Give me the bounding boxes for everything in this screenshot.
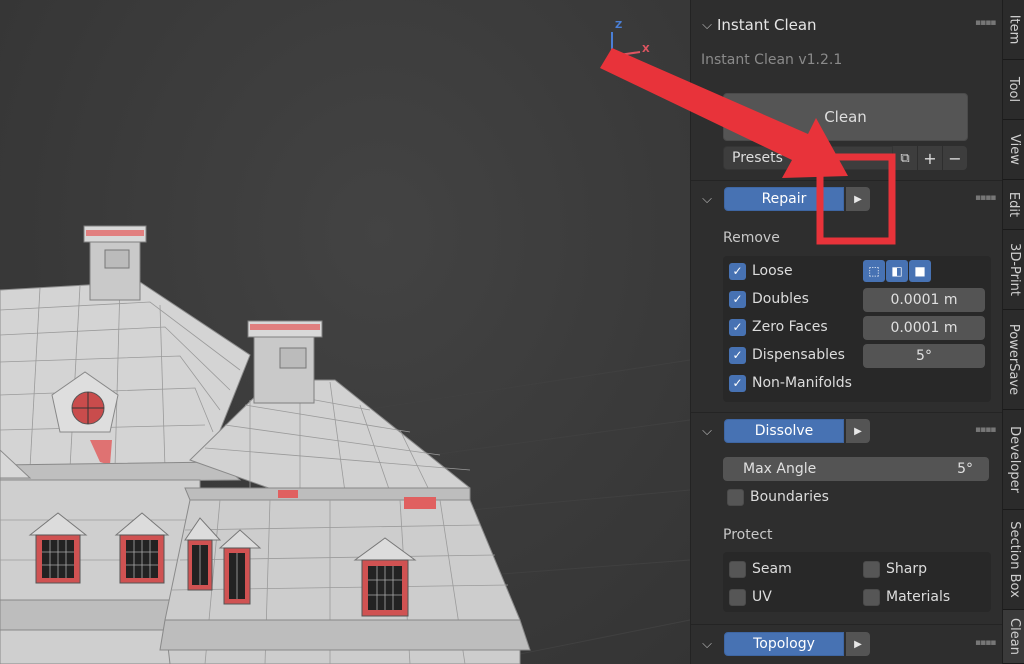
repair-button[interactable]: Repair <box>724 187 844 211</box>
doubles-label: Doubles <box>752 291 809 307</box>
chevron-down-icon[interactable]: ⌵ <box>697 637 717 652</box>
non-manifolds-option[interactable]: ✓ Non-Manifolds <box>729 370 852 396</box>
chevron-down-icon: ⌵ <box>702 17 712 33</box>
tab-label: Developer <box>1006 426 1022 493</box>
max-angle-slider[interactable]: Max Angle 5° <box>723 457 989 481</box>
boundaries-option[interactable]: Boundaries <box>727 484 829 510</box>
uv-checkbox[interactable] <box>729 588 746 606</box>
drag-grip-icon[interactable]: ▪▪▪▪ <box>975 638 996 648</box>
tab-section-box[interactable]: Section Box <box>1003 510 1024 610</box>
tab-label: Section Box <box>1006 521 1022 598</box>
loose-checkbox[interactable]: ✓ <box>729 262 746 280</box>
gizmo-x-label: X <box>642 44 650 55</box>
materials-option[interactable]: Materials <box>863 584 950 610</box>
non-manifolds-label: Non-Manifolds <box>752 375 852 391</box>
repair-run-button[interactable]: ▶ <box>846 187 870 211</box>
face-mode-icon[interactable]: ■ <box>909 260 931 282</box>
tab-view[interactable]: View <box>1003 120 1024 180</box>
tab-edit[interactable]: Edit <box>1003 180 1024 230</box>
divider <box>691 624 1003 625</box>
drag-grip-icon[interactable]: ▪▪▪▪ <box>975 193 996 203</box>
zero-faces-label: Zero Faces <box>752 319 828 335</box>
play-icon: ▶ <box>854 425 862 437</box>
3d-viewport[interactable]: Z X <box>0 0 690 664</box>
tab-developer[interactable]: Developer <box>1003 410 1024 510</box>
tab-powersave[interactable]: PowerSave <box>1003 310 1024 410</box>
tab-tool[interactable]: Tool <box>1003 60 1024 120</box>
divider <box>691 180 1003 181</box>
loose-label: Loose <box>752 263 793 279</box>
materials-checkbox[interactable] <box>863 588 880 606</box>
version-label: Instant Clean v1.2.1 <box>701 52 843 68</box>
materials-label: Materials <box>886 589 951 605</box>
sharp-option[interactable]: Sharp <box>863 556 927 582</box>
instant-clean-header[interactable]: ⌵ Instant Clean <box>697 12 997 38</box>
zero-faces-checkbox[interactable]: ✓ <box>729 318 746 336</box>
presets-dropdown[interactable]: Presets <box>723 146 893 170</box>
play-icon: ▶ <box>854 193 862 205</box>
doubles-checkbox[interactable]: ✓ <box>729 290 746 308</box>
uv-option[interactable]: UV <box>729 584 772 610</box>
tab-label: Edit <box>1006 191 1022 218</box>
dissolve-run-button[interactable]: ▶ <box>846 419 870 443</box>
sidebar-panel: ⌵ Instant Clean ▪▪▪▪ Instant Clean v1.2.… <box>690 0 1003 664</box>
max-angle-value: 5° <box>957 461 973 477</box>
remove-preset-icon[interactable]: − <box>943 146 967 170</box>
max-angle-label: Max Angle <box>743 461 817 477</box>
tab-label: View <box>1006 134 1022 165</box>
doubles-option[interactable]: ✓ Doubles <box>729 286 809 312</box>
gizmo-z-label: Z <box>615 20 623 31</box>
seam-option[interactable]: Seam <box>729 556 792 582</box>
zero-faces-option[interactable]: ✓ Zero Faces <box>729 314 828 340</box>
tab-3d-print[interactable]: 3D-Print <box>1003 230 1024 310</box>
dispensables-checkbox[interactable]: ✓ <box>729 346 746 364</box>
loose-option[interactable]: ✓ Loose <box>729 258 793 284</box>
topology-run-button[interactable]: ▶ <box>846 632 870 656</box>
chevron-down-icon[interactable]: ⌵ <box>697 192 717 207</box>
clean-button[interactable]: Clean <box>723 93 968 141</box>
house-model <box>0 225 690 664</box>
tab-label: Item <box>1006 14 1022 45</box>
seam-label: Seam <box>752 561 792 577</box>
tab-label: Tool <box>1006 76 1022 103</box>
tab-label: Clean <box>1006 618 1022 655</box>
dispensables-option[interactable]: ✓ Dispensables <box>729 342 845 368</box>
tab-label: PowerSave <box>1006 323 1022 396</box>
tab-clean[interactable]: Clean <box>1003 610 1024 664</box>
add-preset-icon[interactable]: + <box>918 146 942 170</box>
sidebar-tabs: Item Tool View Edit 3D-Print PowerSave D… <box>1002 0 1024 664</box>
non-manifolds-checkbox[interactable]: ✓ <box>729 374 746 392</box>
boundaries-checkbox[interactable] <box>727 488 744 506</box>
sharp-checkbox[interactable] <box>863 560 880 578</box>
dispensables-label: Dispensables <box>752 347 845 363</box>
zero-faces-value-field[interactable]: 0.0001 m <box>863 316 985 340</box>
boundaries-label: Boundaries <box>750 489 829 505</box>
axis-gizmo[interactable] <box>600 18 660 63</box>
drag-grip-icon[interactable]: ▪▪▪▪ <box>975 425 996 435</box>
dispensables-value-field[interactable]: 5° <box>863 344 985 368</box>
topology-button[interactable]: Topology <box>724 632 844 656</box>
chevron-down-icon[interactable]: ⌵ <box>697 424 717 439</box>
panel-title: Instant Clean <box>717 16 817 34</box>
dissolve-button[interactable]: Dissolve <box>724 419 844 443</box>
drag-grip-icon[interactable]: ▪▪▪▪ <box>975 18 996 28</box>
seam-checkbox[interactable] <box>729 560 746 578</box>
tab-item[interactable]: Item <box>1003 0 1024 60</box>
tab-label: 3D-Print <box>1006 243 1022 296</box>
remove-heading: Remove <box>723 230 780 246</box>
protect-heading: Protect <box>723 527 773 543</box>
vertex-mode-icon[interactable]: ⬚ <box>863 260 885 282</box>
play-icon: ▶ <box>854 638 862 650</box>
divider <box>691 412 1003 413</box>
doubles-value-field[interactable]: 0.0001 m <box>863 288 985 312</box>
sharp-label: Sharp <box>886 561 927 577</box>
uv-label: UV <box>752 589 772 605</box>
edge-mode-icon[interactable]: ◧ <box>886 260 908 282</box>
copy-preset-icon[interactable]: ⧉ <box>893 146 917 170</box>
